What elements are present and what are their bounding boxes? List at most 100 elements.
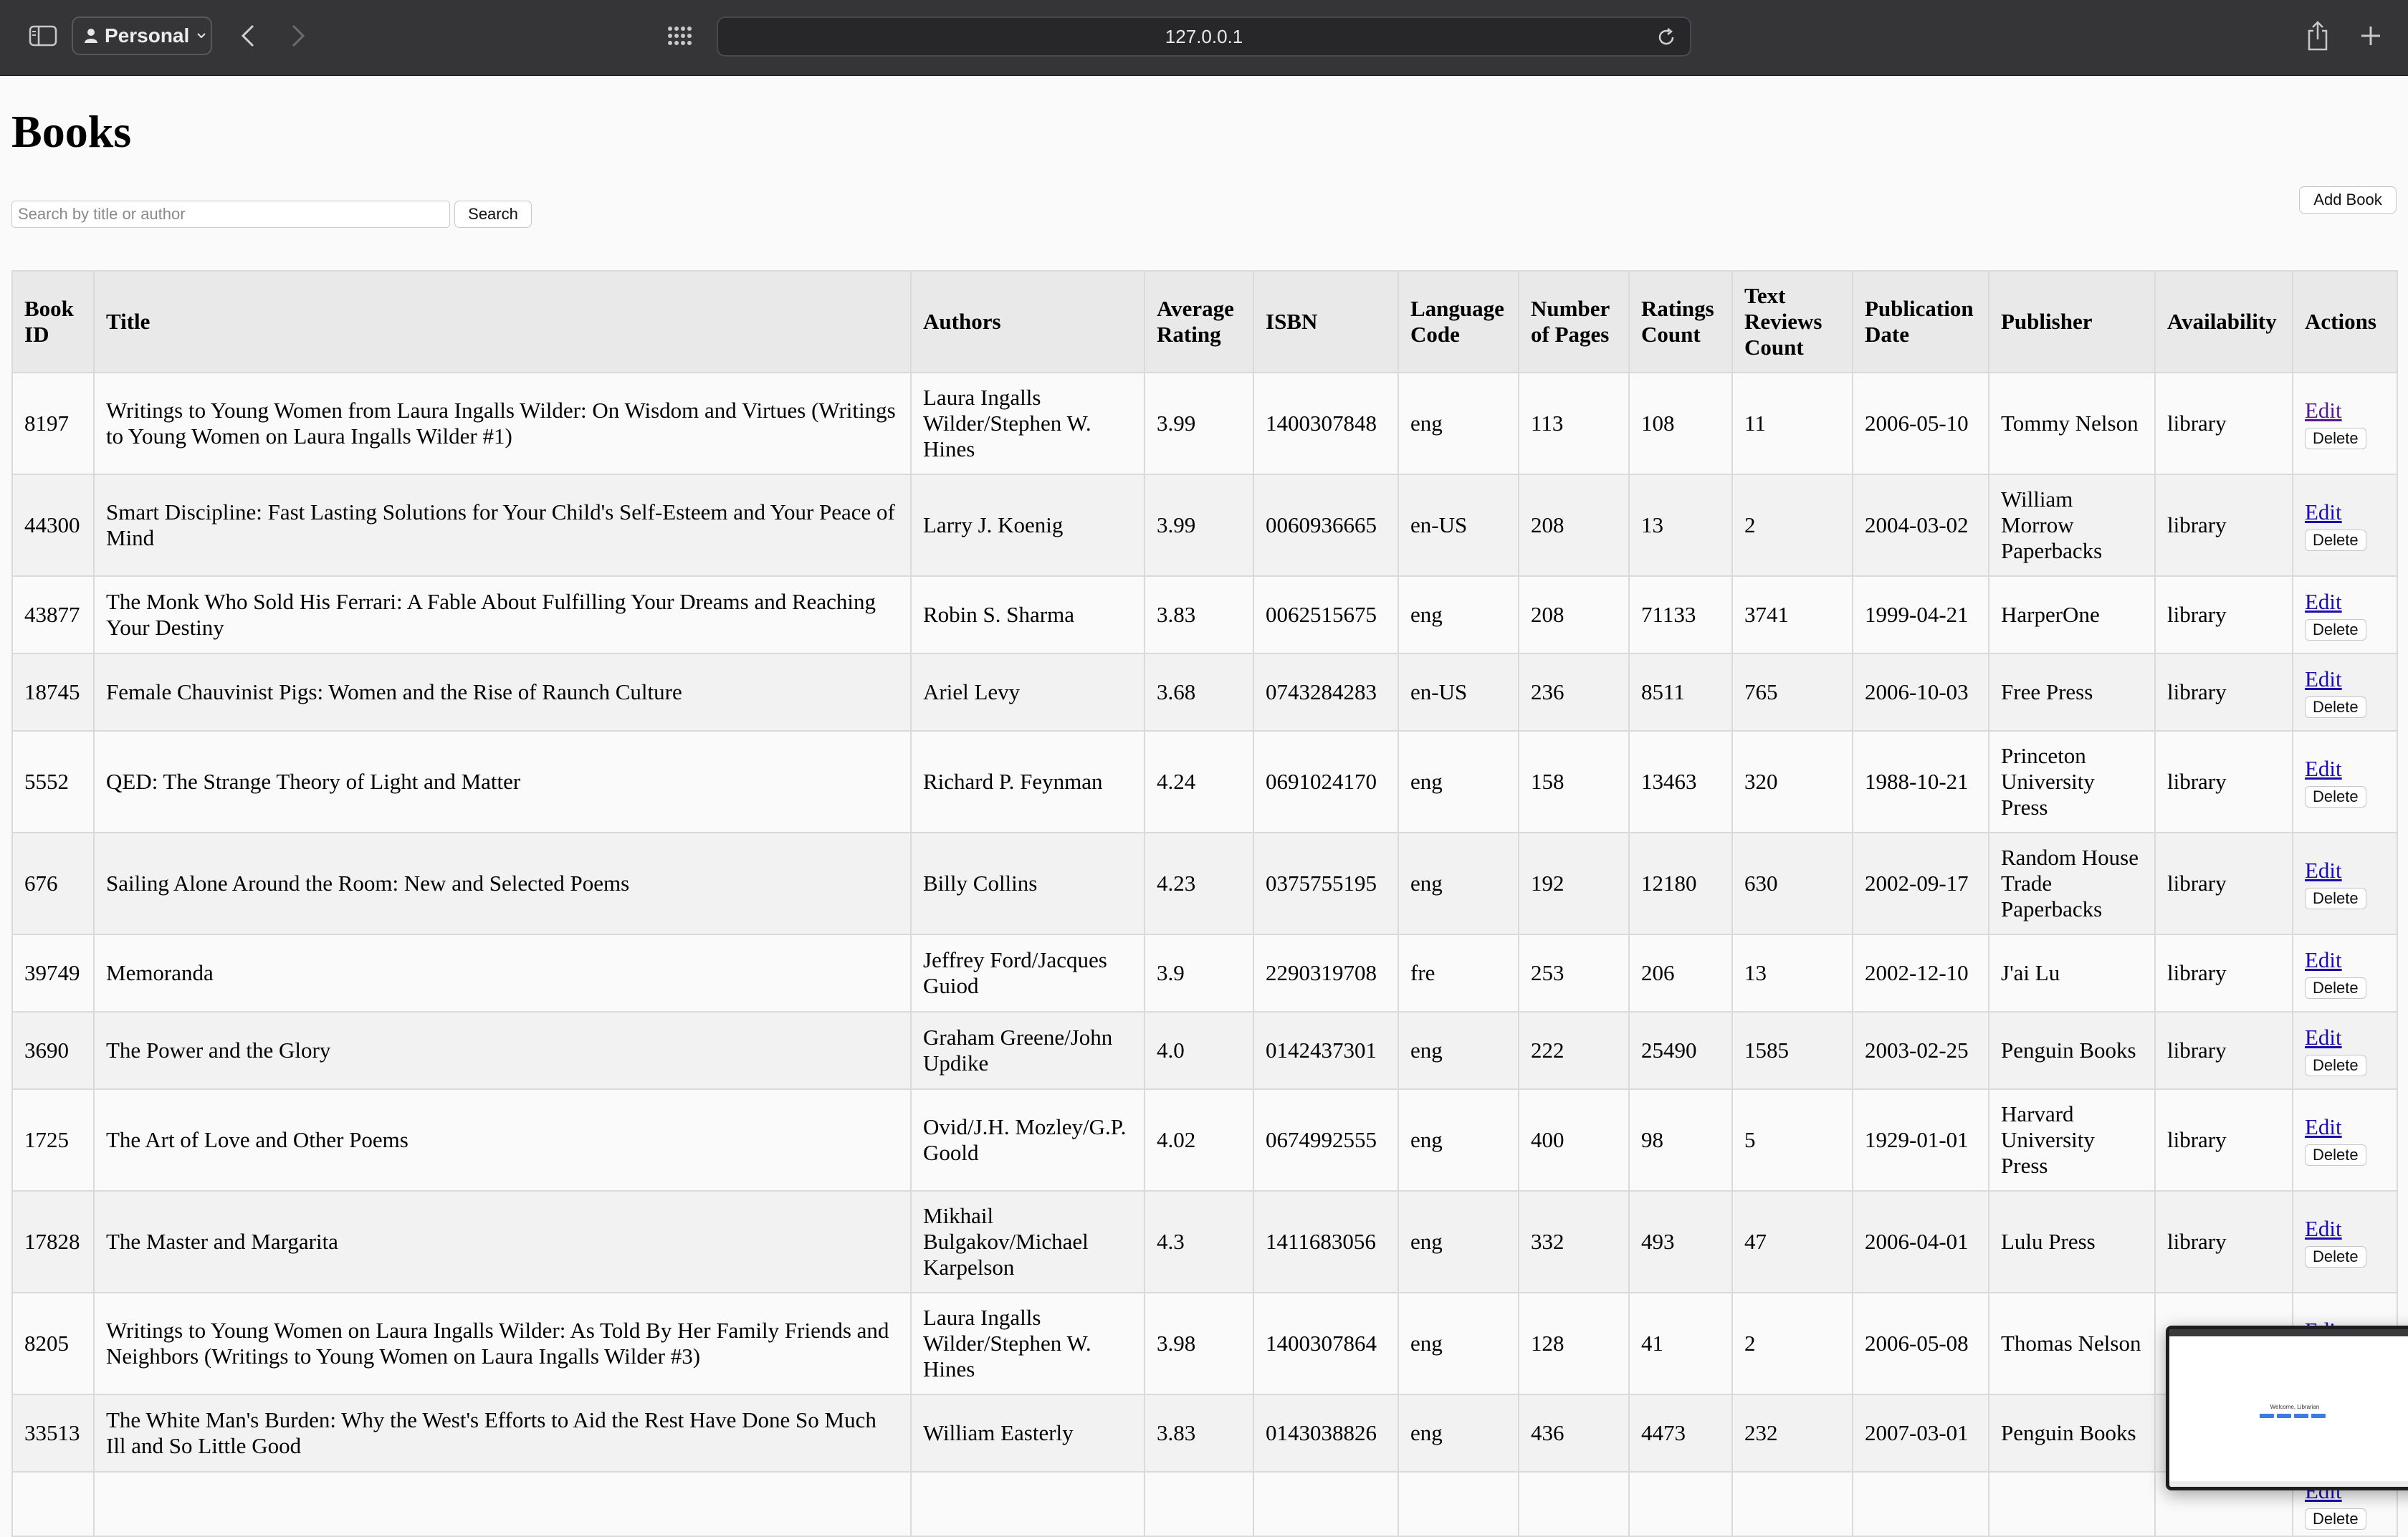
- cell-availability: library: [2154, 934, 2293, 1012]
- table-row: 33513 The White Man's Burden: Why the Wes…: [11, 1394, 2398, 1473]
- screenshot-thumbnail[interactable]: Welcome, Librarian: [2166, 1326, 2408, 1490]
- cell-ratings-count: 8511: [1628, 653, 1733, 732]
- cell-ratings-count: 108: [1628, 372, 1733, 475]
- cell-title: The Monk Who Sold His Ferrari: A Fable A…: [93, 575, 912, 654]
- cell-ratings-count: 71133: [1628, 575, 1733, 654]
- delete-button[interactable]: Delete: [2305, 428, 2366, 449]
- cell-text-reviews-count: 2: [1731, 1292, 1853, 1395]
- cell-publication-date: [1852, 1471, 1989, 1537]
- delete-button[interactable]: Delete: [2305, 1055, 2366, 1076]
- table-header-row: Book ID Title Authors Average Rating ISB…: [11, 270, 2398, 373]
- table-row: 18745 Female Chauvinist Pigs: Women and t…: [11, 653, 2398, 732]
- cell-publisher: William Morrow Paperbacks: [1988, 474, 2156, 577]
- cell-publication-date: 2006-05-08: [1852, 1292, 1989, 1395]
- edit-link[interactable]: Edit: [2305, 589, 2385, 615]
- sidebar-toggle-icon[interactable]: [26, 21, 60, 50]
- delete-button[interactable]: Delete: [2305, 1508, 2366, 1530]
- cell-book-id: 1725: [11, 1088, 95, 1192]
- search-input[interactable]: [11, 201, 450, 228]
- cell-title: Sailing Alone Around the Room: New and S…: [93, 832, 912, 935]
- cell-number-of-pages: [1518, 1471, 1630, 1537]
- cell-language-code: eng: [1398, 730, 1519, 833]
- edit-link[interactable]: Edit: [2305, 858, 2385, 884]
- delete-button[interactable]: Delete: [2305, 696, 2366, 718]
- header-isbn: ISBN: [1253, 270, 1399, 373]
- edit-link[interactable]: Edit: [2305, 947, 2385, 973]
- table-row: 1725 The Art of Love and Other Poems Ovid/…: [11, 1088, 2398, 1192]
- edit-link[interactable]: Edit: [2305, 1025, 2385, 1050]
- reload-icon[interactable]: [1654, 25, 1678, 49]
- cell-title: The Art of Love and Other Poems: [93, 1088, 912, 1192]
- new-tab-plus-icon[interactable]: [2356, 21, 2385, 50]
- forward-arrow-icon[interactable]: [284, 21, 312, 50]
- cell-title: Smart Discipline: Fast Lasting Solutions…: [93, 474, 912, 577]
- cell-book-id: 676: [11, 832, 95, 935]
- cell-text-reviews-count: 47: [1731, 1190, 1853, 1293]
- header-number-of-pages: Number of Pages: [1518, 270, 1630, 373]
- cell-text-reviews-count: 13: [1731, 934, 1853, 1012]
- header-authors: Authors: [910, 270, 1145, 373]
- share-icon[interactable]: [2303, 19, 2332, 53]
- delete-button[interactable]: Delete: [2305, 977, 2366, 999]
- cell-average-rating: 3.9: [1144, 934, 1254, 1012]
- chevron-down-icon: [197, 33, 206, 39]
- delete-button[interactable]: Delete: [2305, 619, 2366, 641]
- address-bar[interactable]: 127.0.0.1: [717, 16, 1691, 57]
- cell-number-of-pages: 113: [1518, 372, 1630, 475]
- profile-button[interactable]: Personal: [72, 16, 212, 55]
- cell-text-reviews-count: 1585: [1731, 1011, 1853, 1090]
- edit-link[interactable]: Edit: [2305, 666, 2385, 692]
- cell-isbn: 0691024170: [1253, 730, 1399, 833]
- cell-average-rating: 4.02: [1144, 1088, 1254, 1192]
- header-availability: Availability: [2154, 270, 2293, 373]
- cell-text-reviews-count: 3741: [1731, 575, 1853, 654]
- table-row: 39749 Memoranda Jeffrey Ford/Jacques Guiod…: [11, 934, 2398, 1012]
- cell-text-reviews-count: 320: [1731, 730, 1853, 833]
- edit-link[interactable]: Edit: [2305, 1114, 2385, 1140]
- cell-language-code: eng: [1398, 1088, 1519, 1192]
- delete-button[interactable]: Delete: [2305, 1246, 2366, 1268]
- search-button[interactable]: Search: [454, 201, 532, 228]
- cell-publication-date: 2002-12-10: [1852, 934, 1989, 1012]
- delete-button[interactable]: Delete: [2305, 530, 2366, 551]
- cell-actions: Edit Delete: [2292, 832, 2398, 935]
- cell-authors: Robin S. Sharma: [910, 575, 1145, 654]
- table-row: 8205 Writings to Young Women on Laura Ing…: [11, 1292, 2398, 1395]
- cell-language-code: eng: [1398, 1292, 1519, 1395]
- delete-button[interactable]: Delete: [2305, 786, 2366, 808]
- thumbnail-button: [2311, 1414, 2326, 1418]
- cell-authors: Jeffrey Ford/Jacques Guiod: [910, 934, 1145, 1012]
- cell-publication-date: 2007-03-01: [1852, 1394, 1989, 1473]
- cell-book-id: 17828: [11, 1190, 95, 1293]
- cell-publisher: Penguin Books: [1988, 1394, 2156, 1473]
- edit-link[interactable]: Edit: [2305, 1216, 2385, 1242]
- cell-average-rating: 3.99: [1144, 474, 1254, 577]
- cell-book-id: [11, 1471, 95, 1537]
- cell-availability: library: [2154, 832, 2293, 935]
- cell-publication-date: 2006-10-03: [1852, 653, 1989, 732]
- delete-button[interactable]: Delete: [2305, 1144, 2366, 1166]
- tab-overview-grid-icon[interactable]: [662, 21, 698, 50]
- edit-link[interactable]: Edit: [2305, 499, 2385, 525]
- table-row: 3690 The Power and the Glory Graham Greene…: [11, 1011, 2398, 1090]
- header-ratings-count: Ratings Count: [1628, 270, 1733, 373]
- table-row: 44300 Smart Discipline: Fast Lasting Solu…: [11, 474, 2398, 577]
- cell-publisher: Tommy Nelson: [1988, 372, 2156, 475]
- edit-link[interactable]: Edit: [2305, 756, 2385, 782]
- thumbnail-button: [2294, 1414, 2308, 1418]
- add-book-button[interactable]: Add Book: [2299, 186, 2397, 214]
- cell-book-id: 3690: [11, 1011, 95, 1090]
- cell-authors: Mikhail Bulgakov/Michael Karpelson: [910, 1190, 1145, 1293]
- cell-number-of-pages: 208: [1518, 575, 1630, 654]
- cell-title: Writings to Young Women from Laura Ingal…: [93, 372, 912, 475]
- back-arrow-icon[interactable]: [234, 21, 262, 50]
- cell-average-rating: [1144, 1471, 1254, 1537]
- table-row: 676 Sailing Alone Around the Room: New an…: [11, 832, 2398, 935]
- profile-label: Personal: [105, 24, 190, 47]
- cell-publisher: Random House Trade Paperbacks: [1988, 832, 2156, 935]
- header-publication-date: Publication Date: [1852, 270, 1989, 373]
- cell-text-reviews-count: [1731, 1471, 1853, 1537]
- delete-button[interactable]: Delete: [2305, 888, 2366, 909]
- edit-link[interactable]: Edit: [2305, 398, 2385, 423]
- cell-text-reviews-count: 5: [1731, 1088, 1853, 1192]
